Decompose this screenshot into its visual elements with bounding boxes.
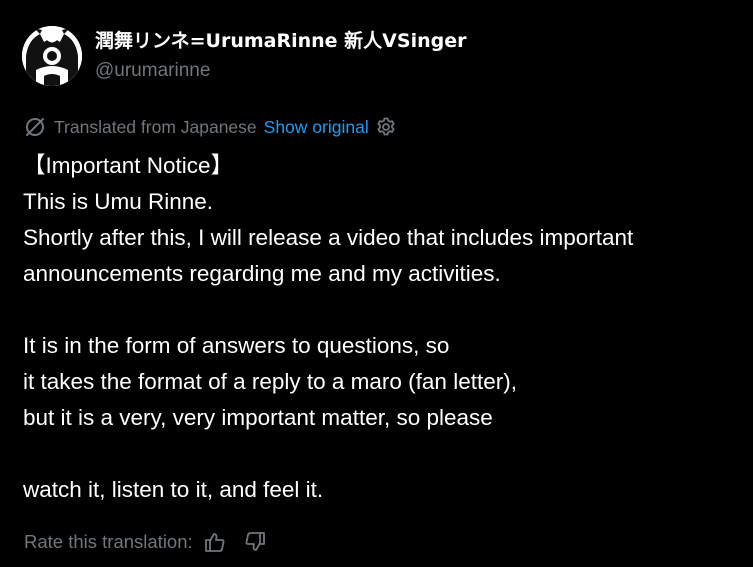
- translation-notice: Translated from Japanese Show original: [24, 115, 397, 139]
- post-line: This is Umu Rinne.: [23, 189, 214, 214]
- post-line: watch it, listen to it, and feel it.: [23, 477, 324, 502]
- rate-label: Rate this translation:: [24, 531, 193, 552]
- post-line: [23, 436, 743, 472]
- thumbs-down-icon[interactable]: [244, 531, 266, 553]
- display-name[interactable]: 潤舞リンネ=UrumaRinne 新人VSinger: [95, 29, 466, 53]
- post-line: It is in the form of answers to question…: [23, 333, 450, 358]
- thumbs-up-icon[interactable]: [204, 531, 226, 553]
- translate-icon: [24, 116, 46, 138]
- post-header: 潤舞リンネ=UrumaRinne 新人VSinger @urumarinne: [22, 26, 466, 86]
- rate-translation: Rate this translation:: [24, 530, 266, 554]
- avatar[interactable]: [22, 26, 82, 86]
- translated-label: Translated from Japanese: [54, 117, 257, 137]
- show-original-link[interactable]: Show original: [264, 115, 369, 139]
- post-line: 【Important Notice】: [23, 153, 234, 178]
- post-line: but it is a very, very important matter,…: [23, 405, 493, 430]
- post-line: [23, 292, 743, 328]
- post-line: announcements regarding me and my activi…: [23, 261, 501, 286]
- post-text: 【Important Notice】 This is Umu Rinne. Sh…: [23, 148, 743, 508]
- gear-icon[interactable]: [375, 116, 397, 138]
- post-line: Shortly after this, I will release a vid…: [23, 225, 634, 250]
- post-line: it takes the format of a reply to a maro…: [23, 369, 517, 394]
- author-info: 潤舞リンネ=UrumaRinne 新人VSinger @urumarinne: [95, 29, 466, 83]
- user-handle[interactable]: @urumarinne: [95, 59, 466, 83]
